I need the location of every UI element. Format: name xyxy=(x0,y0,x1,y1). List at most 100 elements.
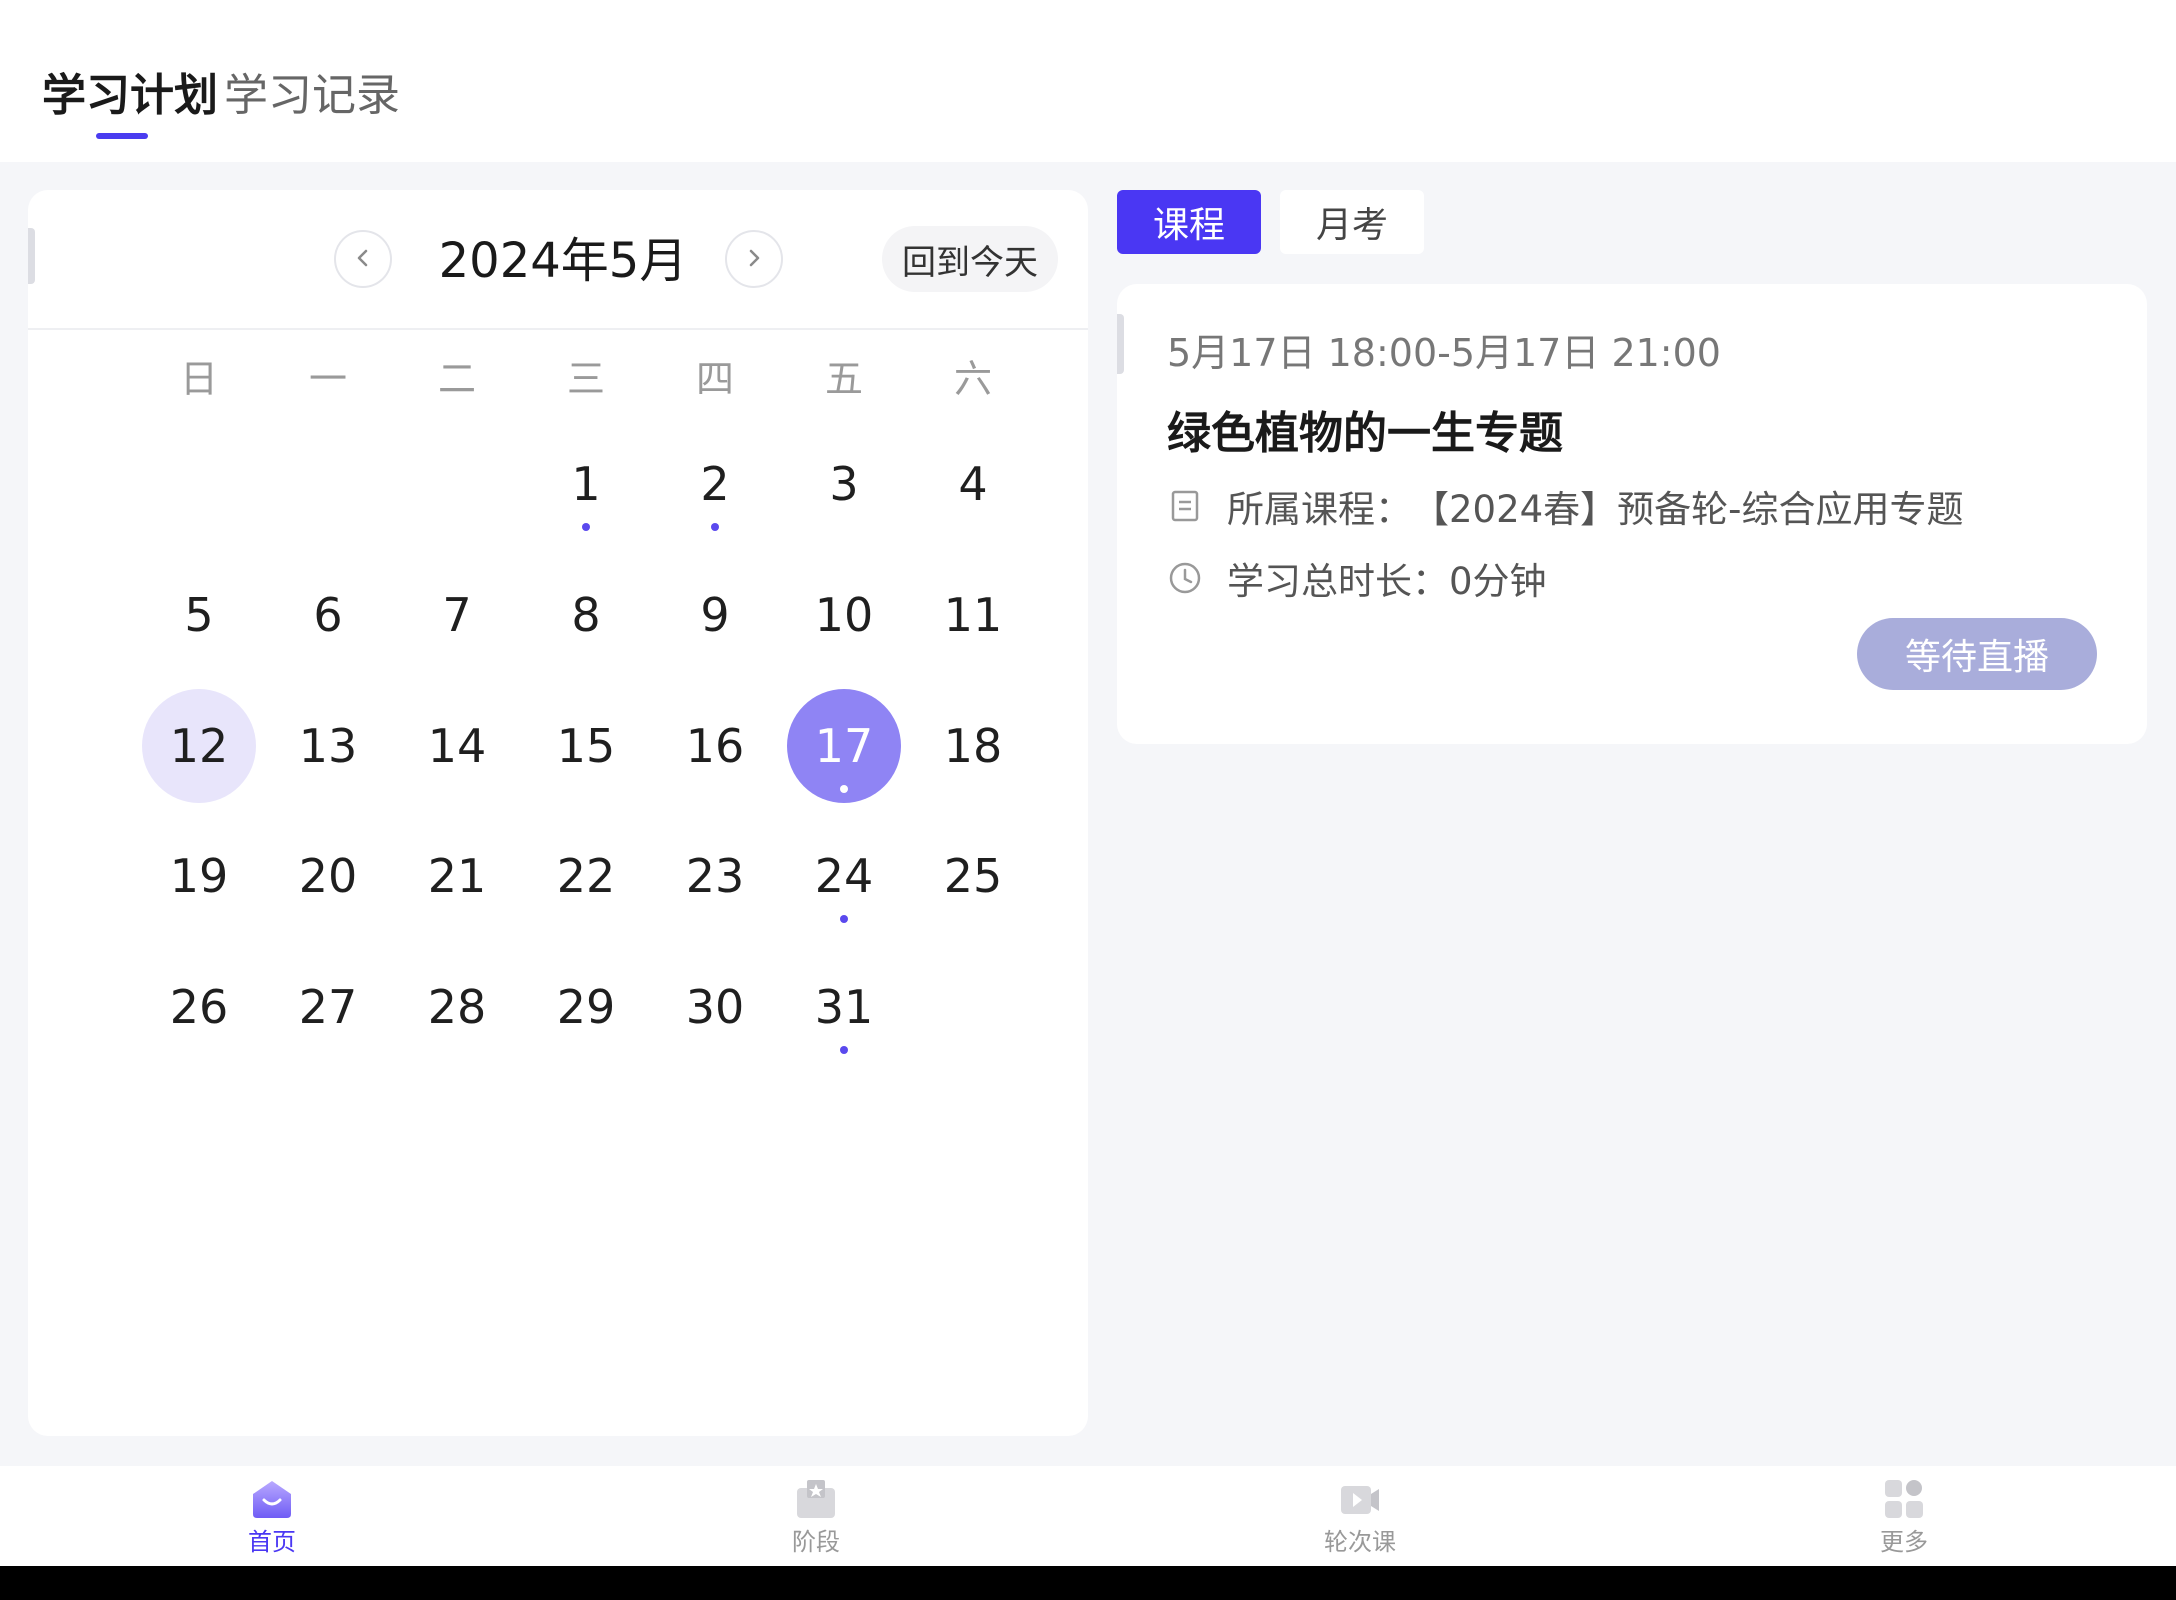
calendar-day[interactable]: 11 xyxy=(916,558,1030,672)
day-number: 15 xyxy=(556,719,616,773)
more-grid-icon xyxy=(1881,1476,1927,1522)
nav-label: 更多 xyxy=(1880,1528,1928,1556)
calendar-day[interactable]: 6 xyxy=(271,558,385,672)
home-icon xyxy=(249,1476,295,1522)
day-number: 8 xyxy=(571,588,601,642)
chevron-left-icon xyxy=(352,242,374,277)
calendar-day[interactable]: 4 xyxy=(916,427,1030,541)
system-bar xyxy=(0,1566,2176,1600)
calendar-day[interactable]: 30 xyxy=(658,950,772,1064)
day-number: 7 xyxy=(442,588,472,642)
calendar-day[interactable]: 3 xyxy=(787,427,901,541)
course-title: 绿色植物的一生专题 xyxy=(1167,408,1563,459)
day-number: 2 xyxy=(700,457,730,511)
nav-home[interactable]: 首页 xyxy=(172,1476,372,1562)
weekday-label: 一 xyxy=(308,357,347,401)
weekday-label: 六 xyxy=(953,357,992,401)
calendar-day[interactable]: 20 xyxy=(271,819,385,933)
course-card[interactable]: 5月17日 18:00-5月17日 21:00 绿色植物的一生专题 所属课程： … xyxy=(1117,284,2147,744)
nav-stage[interactable]: 阶段 xyxy=(716,1476,916,1562)
day-number: 31 xyxy=(814,980,874,1034)
calendar-day[interactable]: 19 xyxy=(142,819,256,933)
day-number: 17 xyxy=(814,719,874,773)
day-number: 14 xyxy=(427,719,487,773)
divider xyxy=(28,328,1088,330)
header: 学习计划 学习记录 xyxy=(0,0,2176,162)
calendar-day[interactable]: 5 xyxy=(142,558,256,672)
day-number: 21 xyxy=(427,849,487,903)
day-number: 6 xyxy=(313,588,343,642)
day-number: 24 xyxy=(814,849,874,903)
weekday-label: 日 xyxy=(179,357,218,401)
card-accent-bar xyxy=(28,228,35,284)
calendar-day[interactable]: 7 xyxy=(400,558,514,672)
video-icon xyxy=(1337,1476,1383,1522)
day-number: 26 xyxy=(169,980,229,1034)
clock-icon xyxy=(1167,560,1203,596)
day-number: 16 xyxy=(685,719,745,773)
day-number: 30 xyxy=(685,980,745,1034)
calendar-day[interactable]: 17 xyxy=(787,689,901,803)
day-number: 12 xyxy=(169,719,229,773)
calendar-day[interactable]: 31 xyxy=(787,950,901,1064)
back-to-today-button[interactable]: 回到今天 xyxy=(882,226,1058,292)
app-root: 学习计划 学习记录 2024年5月 回到今天 日 一 二 三 四 五 六 12 xyxy=(0,0,2176,1600)
calendar-day[interactable]: 26 xyxy=(142,950,256,1064)
calendar-day[interactable]: 15 xyxy=(529,689,643,803)
bottom-nav: 首页 阶段 轮次课 更多 xyxy=(0,1466,2176,1566)
day-number: 9 xyxy=(700,588,730,642)
course-time: 5月17日 18:00-5月17日 21:00 xyxy=(1167,331,1721,375)
calendar-day[interactable]: 21 xyxy=(400,819,514,933)
duration-label: 学习总时长： xyxy=(1227,560,1449,603)
duration-value: 0分钟 xyxy=(1449,560,1547,603)
nav-label: 首页 xyxy=(248,1528,296,1556)
event-dot xyxy=(840,1046,848,1054)
calendar-day[interactable]: 22 xyxy=(529,819,643,933)
calendar-day[interactable]: 29 xyxy=(529,950,643,1064)
calendar-day[interactable]: 2 xyxy=(658,427,772,541)
chevron-right-icon xyxy=(743,242,765,277)
day-number: 5 xyxy=(184,588,214,642)
prev-month-button[interactable] xyxy=(334,230,392,288)
calendar-day[interactable]: 23 xyxy=(658,819,772,933)
calendar-day[interactable]: 13 xyxy=(271,689,385,803)
tab-course[interactable]: 课程 xyxy=(1117,190,1261,254)
calendar-day[interactable]: 12 xyxy=(142,689,256,803)
event-dot xyxy=(582,523,590,531)
tab-study-plan[interactable]: 学习计划 xyxy=(42,68,218,124)
day-number: 4 xyxy=(958,457,988,511)
day-number: 19 xyxy=(169,849,229,903)
day-number: 25 xyxy=(943,849,1003,903)
calendar-day[interactable]: 10 xyxy=(787,558,901,672)
calendar-day[interactable]: 24 xyxy=(787,819,901,933)
tab-monthly-exam[interactable]: 月考 xyxy=(1280,190,1424,254)
card-accent-bar xyxy=(1117,314,1124,374)
day-number: 22 xyxy=(556,849,616,903)
weekday-label: 五 xyxy=(824,357,863,401)
nav-more[interactable]: 更多 xyxy=(1804,1476,2004,1562)
calendar-day[interactable]: 25 xyxy=(916,819,1030,933)
next-month-button[interactable] xyxy=(725,230,783,288)
day-number: 23 xyxy=(685,849,745,903)
course-name: 【2024春】预备轮-综合应用专题 xyxy=(1412,488,1964,531)
weekday-label: 四 xyxy=(695,357,734,401)
calendar-day[interactable]: 28 xyxy=(400,950,514,1064)
calendar-day[interactable]: 16 xyxy=(658,689,772,803)
nav-rounds[interactable]: 轮次课 xyxy=(1260,1476,1460,1562)
tab-study-record[interactable]: 学习记录 xyxy=(224,68,400,124)
weekday-label: 三 xyxy=(566,357,605,401)
calendar-day[interactable]: 9 xyxy=(658,558,772,672)
day-number: 27 xyxy=(298,980,358,1034)
calendar-day[interactable]: 14 xyxy=(400,689,514,803)
calendar-day[interactable]: 8 xyxy=(529,558,643,672)
wait-live-button[interactable]: 等待直播 xyxy=(1857,618,2097,690)
weekday-label: 二 xyxy=(437,357,476,401)
day-number: 13 xyxy=(298,719,358,773)
month-title: 2024年5月 xyxy=(438,233,688,289)
day-number: 18 xyxy=(943,719,1003,773)
calendar-day[interactable]: 27 xyxy=(271,950,385,1064)
nav-label: 阶段 xyxy=(792,1528,840,1556)
calendar-day[interactable]: 18 xyxy=(916,689,1030,803)
day-number: 29 xyxy=(556,980,616,1034)
calendar-day[interactable]: 1 xyxy=(529,427,643,541)
